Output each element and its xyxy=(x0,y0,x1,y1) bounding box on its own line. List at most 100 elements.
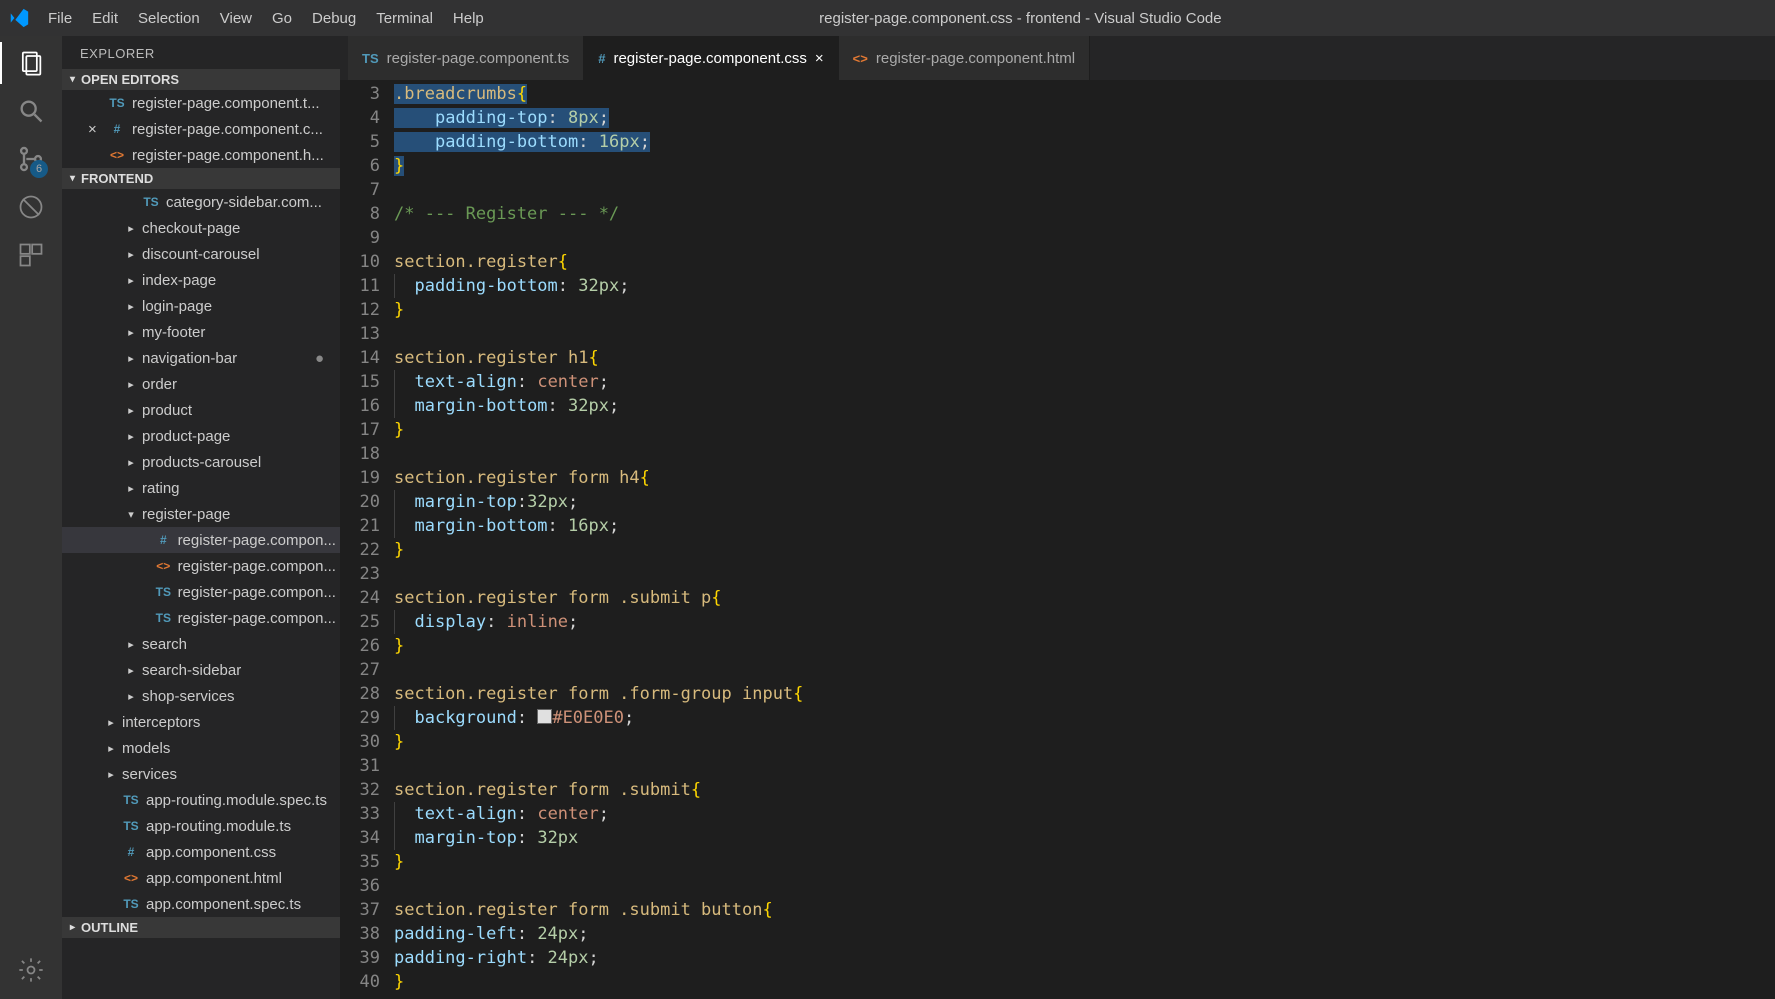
code-line[interactable]: section.register form .form-group input{ xyxy=(394,682,1775,706)
code-content[interactable]: .breadcrumbs{ padding-top: 8px; padding-… xyxy=(390,82,1775,999)
folder-item[interactable]: ▸rating xyxy=(62,475,340,501)
folder-item[interactable]: ▸index-page xyxy=(62,267,340,293)
file-item[interactable]: TSapp.component.spec.ts xyxy=(62,891,340,917)
menu-debug[interactable]: Debug xyxy=(302,4,366,33)
menu-edit[interactable]: Edit xyxy=(82,4,128,33)
editor-tab[interactable]: <>register-page.component.html xyxy=(839,36,1090,80)
menu-go[interactable]: Go xyxy=(262,4,302,33)
folder-item[interactable]: ▸login-page xyxy=(62,293,340,319)
file-item[interactable]: TScategory-sidebar.com... xyxy=(62,189,340,215)
menu-selection[interactable]: Selection xyxy=(128,4,210,33)
code-editor[interactable]: 3456789101112131415161718192021222324252… xyxy=(340,80,1775,999)
file-item[interactable]: #register-page.compon... xyxy=(62,527,340,553)
code-line[interactable]: padding-bottom: 32px; xyxy=(394,274,1775,298)
close-icon[interactable]: × xyxy=(88,121,102,138)
folder-item[interactable]: ▸models xyxy=(62,735,340,761)
code-line[interactable]: margin-top:32px; xyxy=(394,490,1775,514)
code-line[interactable]: section.register form .submit button{ xyxy=(394,898,1775,922)
item-label: services xyxy=(122,766,177,783)
folder-item[interactable]: ▸navigation-bar● xyxy=(62,345,340,371)
code-line[interactable]: .breadcrumbs{ xyxy=(394,82,1775,106)
code-line[interactable]: display: inline; xyxy=(394,610,1775,634)
folder-item[interactable]: ▸order xyxy=(62,371,340,397)
folder-item[interactable]: ▸services xyxy=(62,761,340,787)
code-line[interactable] xyxy=(394,442,1775,466)
code-line[interactable]: } xyxy=(394,154,1775,178)
item-label: app.component.html xyxy=(146,870,282,887)
menu-help[interactable]: Help xyxy=(443,4,494,33)
chevron-right-icon: ▸ xyxy=(126,482,136,495)
code-line[interactable]: text-align: center; xyxy=(394,370,1775,394)
menu-bar: FileEditSelectionViewGoDebugTerminalHelp xyxy=(38,4,494,33)
code-line[interactable]: section.register form h4{ xyxy=(394,466,1775,490)
file-item[interactable]: TSapp-routing.module.ts xyxy=(62,813,340,839)
folder-item[interactable]: ▸products-carousel xyxy=(62,449,340,475)
item-label: product-page xyxy=(142,428,230,445)
project-header[interactable]: ▾ FRONTEND xyxy=(62,168,340,189)
code-line[interactable] xyxy=(394,178,1775,202)
extensions-icon[interactable] xyxy=(16,240,46,270)
code-line[interactable]: text-align: center; xyxy=(394,802,1775,826)
menu-view[interactable]: View xyxy=(210,4,262,33)
code-line[interactable]: } xyxy=(394,970,1775,994)
folder-item[interactable]: ▾register-page xyxy=(62,501,340,527)
code-line[interactable] xyxy=(394,226,1775,250)
folder-item[interactable]: ▸checkout-page xyxy=(62,215,340,241)
open-editor-item[interactable]: TSregister-page.component.t... xyxy=(62,90,340,116)
file-icon: # xyxy=(598,51,605,66)
folder-item[interactable]: ▸product xyxy=(62,397,340,423)
item-label: register-page.compon... xyxy=(178,584,336,601)
open-editors-header[interactable]: ▾ OPEN EDITORS xyxy=(62,69,340,90)
outline-header[interactable]: ▸ OUTLINE xyxy=(62,917,340,938)
code-line[interactable]: padding-bottom: 16px; xyxy=(394,130,1775,154)
code-line[interactable] xyxy=(394,562,1775,586)
settings-gear-icon[interactable] xyxy=(16,955,46,985)
menu-terminal[interactable]: Terminal xyxy=(366,4,443,33)
code-line[interactable]: padding-top: 8px; xyxy=(394,106,1775,130)
code-line[interactable]: } xyxy=(394,634,1775,658)
code-line[interactable] xyxy=(394,322,1775,346)
open-editor-item[interactable]: <>register-page.component.h... xyxy=(62,142,340,168)
code-line[interactable]: section.register form .submit p{ xyxy=(394,586,1775,610)
file-item[interactable]: <>register-page.compon... xyxy=(62,553,340,579)
search-icon[interactable] xyxy=(16,96,46,126)
code-line[interactable]: section.register form .submit{ xyxy=(394,778,1775,802)
code-line[interactable]: section.register{ xyxy=(394,250,1775,274)
source-control-icon[interactable]: 6 xyxy=(16,144,46,174)
debug-icon[interactable] xyxy=(16,192,46,222)
code-line[interactable]: } xyxy=(394,298,1775,322)
folder-item[interactable]: ▸search-sidebar xyxy=(62,657,340,683)
code-line[interactable]: /* --- Register --- */ xyxy=(394,202,1775,226)
code-line[interactable]: } xyxy=(394,850,1775,874)
file-item[interactable]: #app.component.css xyxy=(62,839,340,865)
menu-file[interactable]: File xyxy=(38,4,82,33)
code-line[interactable]: padding-right: 24px; xyxy=(394,946,1775,970)
code-line[interactable]: } xyxy=(394,538,1775,562)
code-line[interactable]: margin-top: 32px xyxy=(394,826,1775,850)
code-line[interactable] xyxy=(394,874,1775,898)
code-line[interactable] xyxy=(394,658,1775,682)
file-item[interactable]: <>app.component.html xyxy=(62,865,340,891)
code-line[interactable]: margin-bottom: 16px; xyxy=(394,514,1775,538)
code-line[interactable]: background: #E0E0E0; xyxy=(394,706,1775,730)
open-editor-item[interactable]: ×#register-page.component.c... xyxy=(62,116,340,142)
close-icon[interactable]: × xyxy=(815,50,824,67)
file-item[interactable]: TSregister-page.compon... xyxy=(62,605,340,631)
folder-item[interactable]: ▸shop-services xyxy=(62,683,340,709)
file-item[interactable]: TSapp-routing.module.spec.ts xyxy=(62,787,340,813)
code-line[interactable]: section.register h1{ xyxy=(394,346,1775,370)
editor-tab[interactable]: TSregister-page.component.ts xyxy=(348,36,584,80)
code-line[interactable]: } xyxy=(394,730,1775,754)
file-item[interactable]: TSregister-page.compon... xyxy=(62,579,340,605)
code-line[interactable]: padding-left: 24px; xyxy=(394,922,1775,946)
folder-item[interactable]: ▸interceptors xyxy=(62,709,340,735)
explorer-icon[interactable] xyxy=(16,48,46,78)
folder-item[interactable]: ▸product-page xyxy=(62,423,340,449)
editor-tab[interactable]: #register-page.component.css× xyxy=(584,36,838,80)
folder-item[interactable]: ▸discount-carousel xyxy=(62,241,340,267)
code-line[interactable]: margin-bottom: 32px; xyxy=(394,394,1775,418)
folder-item[interactable]: ▸search xyxy=(62,631,340,657)
folder-item[interactable]: ▸my-footer xyxy=(62,319,340,345)
code-line[interactable]: } xyxy=(394,418,1775,442)
code-line[interactable] xyxy=(394,754,1775,778)
